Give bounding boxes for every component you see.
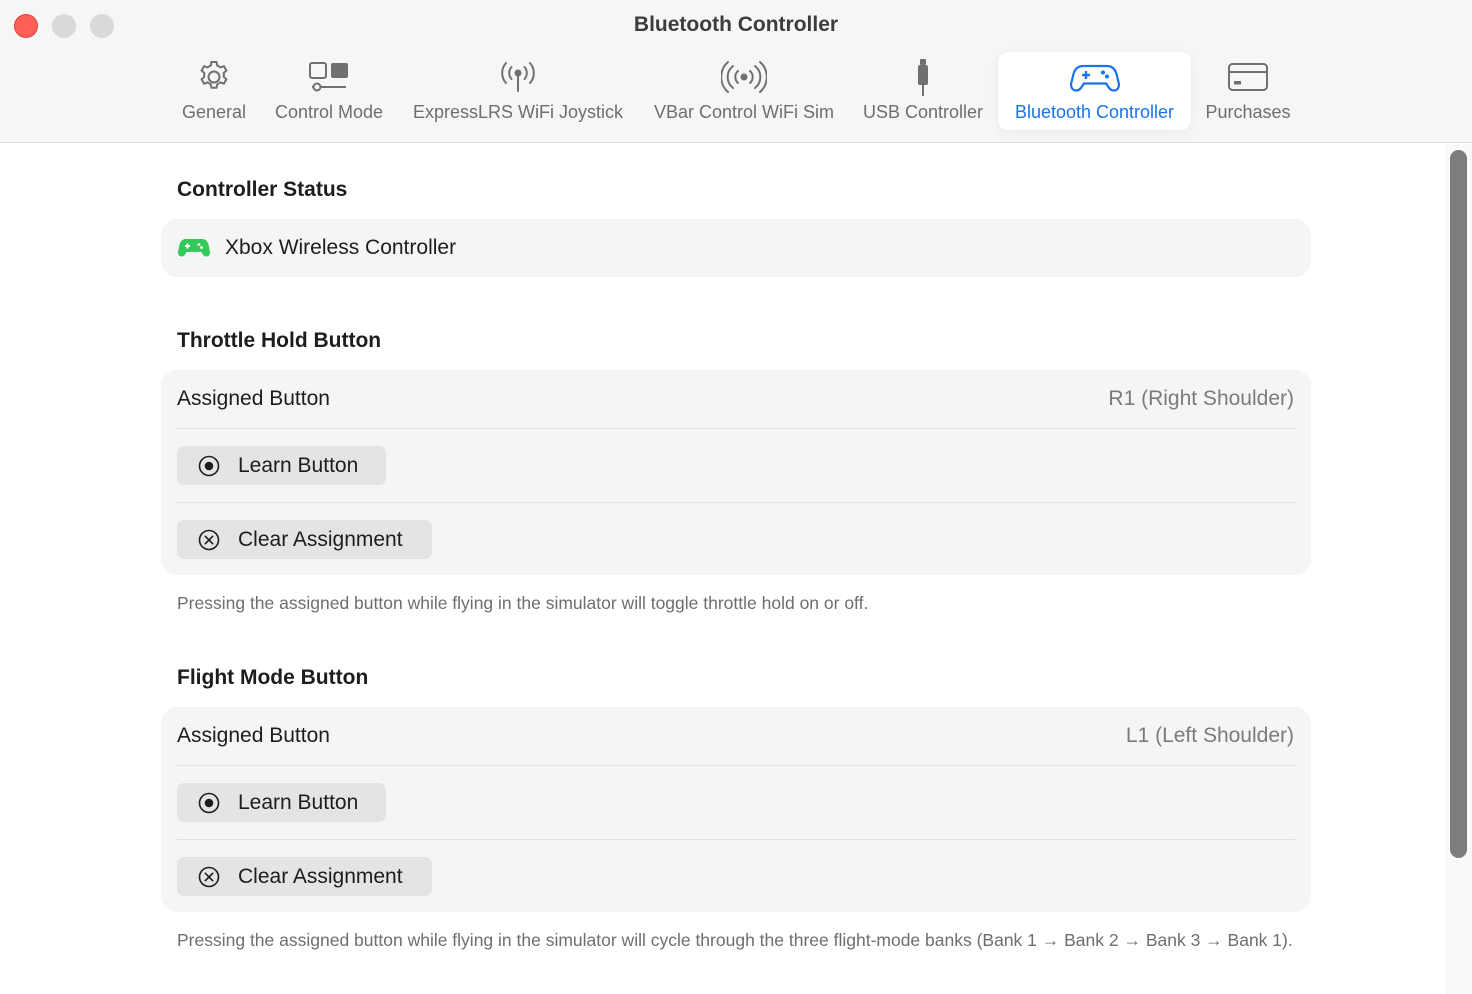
credit-card-icon (1227, 52, 1269, 102)
settings-content: Controller Status Xbox Wireless Controll… (0, 144, 1446, 994)
xmark-circle-icon (198, 529, 220, 551)
flight-mode-heading: Flight Mode Button (177, 666, 369, 689)
assigned-button-value: L1 (Left Shoulder) (1125, 724, 1294, 747)
tab-purchases[interactable]: Purchases (1198, 52, 1298, 130)
gamecontroller-icon (178, 236, 210, 265)
preferences-tabs: General Control Mode ExpressLRS WiFi Joy… (0, 52, 1472, 132)
tab-control-mode[interactable]: Control Mode (266, 52, 392, 130)
record-circle-icon (198, 455, 220, 477)
flight-mode-footnote: Pressing the assigned button while flyin… (177, 930, 1293, 950)
tab-label: ExpressLRS WiFi Joystick (412, 102, 624, 122)
broadcast-icon (721, 52, 767, 102)
assigned-button-label: Assigned Button (177, 387, 330, 410)
clear-assignment-button[interactable]: Clear Assignment (177, 857, 432, 896)
divider (177, 765, 1295, 766)
tab-label: Purchases (1205, 102, 1291, 122)
assigned-button-value: R1 (Right Shoulder) (1108, 387, 1294, 410)
learn-button[interactable]: Learn Button (177, 446, 386, 485)
window-toolbar: Bluetooth Controller General Control Mod… (0, 0, 1472, 143)
tab-label: General (181, 102, 247, 122)
usb-cable-icon (913, 52, 933, 102)
gear-icon (195, 52, 233, 102)
throttle-hold-card: Assigned Button R1 (Right Shoulder) Lear… (161, 370, 1311, 575)
antenna-icon (498, 52, 538, 102)
tab-label: USB Controller (862, 102, 984, 122)
tab-bluetooth-controller[interactable]: Bluetooth Controller (998, 52, 1191, 130)
throttle-hold-footnote: Pressing the assigned button while flyin… (177, 593, 869, 613)
tab-label: Bluetooth Controller (1014, 102, 1175, 122)
controller-status-card: Xbox Wireless Controller (161, 219, 1311, 277)
clear-assignment-label: Clear Assignment (238, 527, 403, 551)
record-circle-icon (198, 792, 220, 814)
controller-status-heading: Controller Status (177, 178, 348, 201)
flight-mode-card: Assigned Button L1 (Left Shoulder) Learn… (161, 707, 1311, 912)
control-mode-icon (308, 52, 350, 102)
tab-general[interactable]: General (170, 52, 258, 130)
clear-assignment-button[interactable]: Clear Assignment (177, 520, 432, 559)
divider (177, 839, 1295, 840)
learn-button-label: Learn Button (238, 790, 359, 814)
learn-button-label: Learn Button (238, 453, 359, 477)
divider (177, 428, 1295, 429)
tab-label: Control Mode (274, 102, 384, 122)
xmark-circle-icon (198, 866, 220, 888)
tab-expresslrs-wifi-joystick[interactable]: ExpressLRS WiFi Joystick (403, 52, 633, 130)
tab-vbar-control-wifi-sim[interactable]: VBar Control WiFi Sim (643, 52, 845, 130)
scrollbar-thumb[interactable] (1450, 150, 1467, 858)
clear-assignment-label: Clear Assignment (238, 864, 403, 888)
tab-usb-controller[interactable]: USB Controller (853, 52, 993, 130)
learn-button[interactable]: Learn Button (177, 783, 386, 822)
throttle-hold-heading: Throttle Hold Button (177, 329, 382, 352)
gamecontroller-icon (1069, 52, 1120, 102)
window-title: Bluetooth Controller (633, 13, 839, 36)
assigned-button-label: Assigned Button (177, 724, 330, 747)
tab-label: VBar Control WiFi Sim (653, 102, 835, 122)
controller-device-name: Xbox Wireless Controller (225, 236, 457, 259)
divider (177, 502, 1295, 503)
